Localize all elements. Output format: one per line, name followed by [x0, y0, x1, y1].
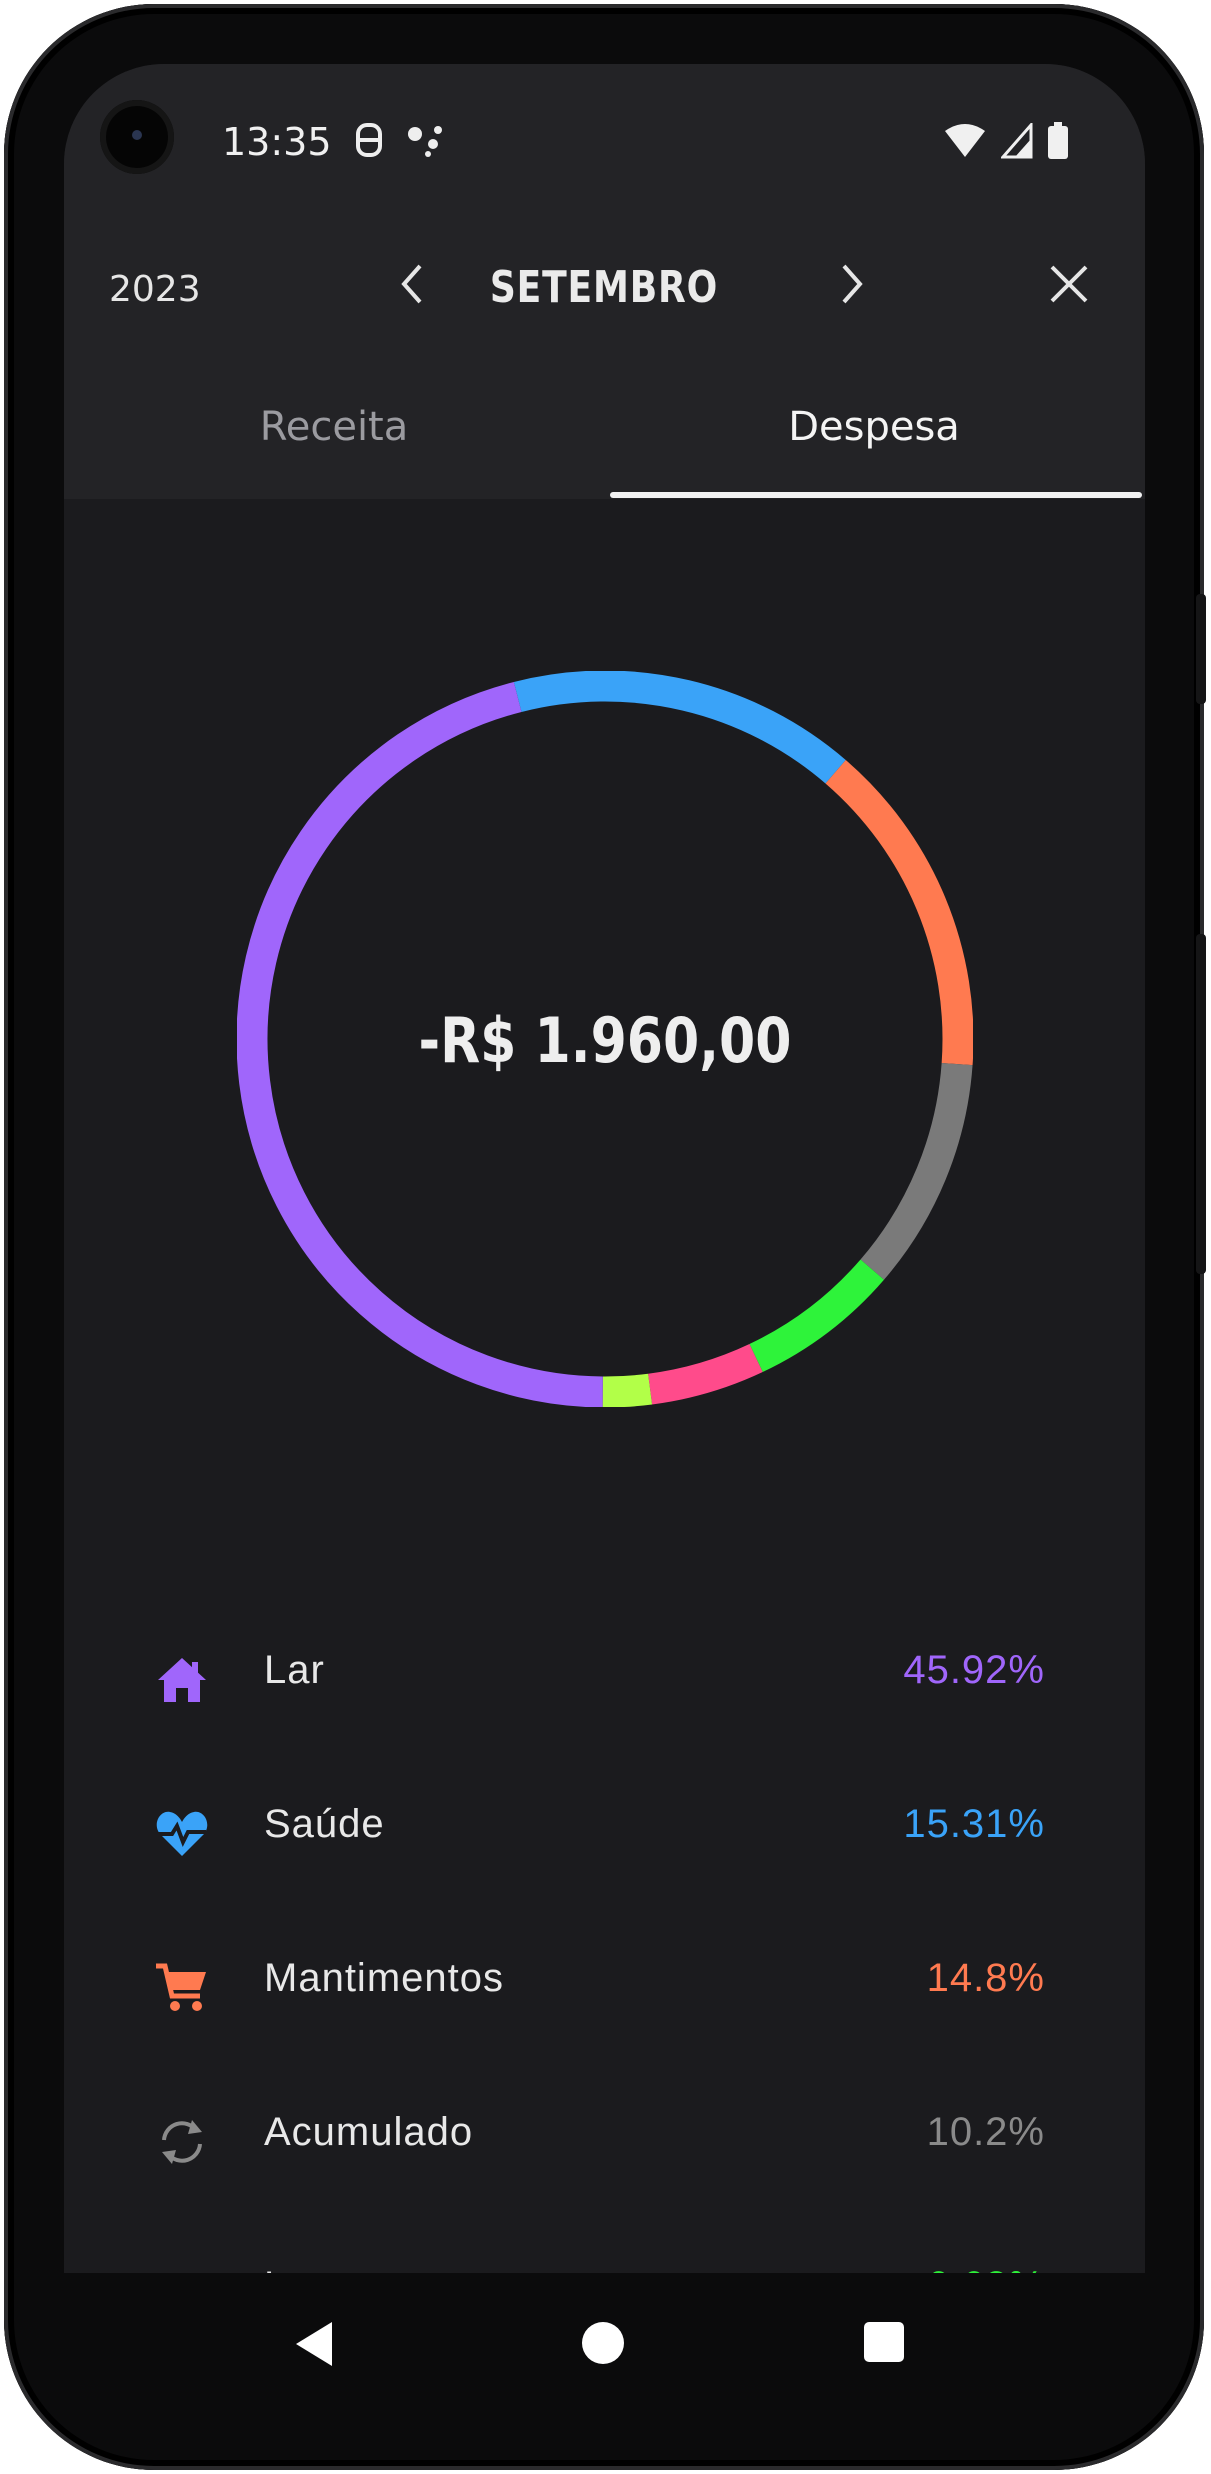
donut-slice-lazer[interactable] [749, 1259, 884, 1373]
legend-item-saude[interactable]: Saúde 15.31% [64, 1778, 1145, 1878]
app-screen: 13:35 2023 SETEMBRO Receita Despesa -R$ … [64, 64, 1145, 2273]
legend-label: Mantimentos [264, 1956, 504, 2000]
wifi-icon [945, 124, 985, 157]
power-button [1196, 934, 1206, 1274]
total-amount: -R$ 1.960,00 [418, 1004, 792, 1077]
legend-label: Lar [264, 1648, 325, 1692]
tab-selected-indicator [610, 492, 1142, 498]
status-icons-right [943, 122, 1069, 160]
tab-despesa[interactable]: Despesa [604, 404, 1144, 450]
close-icon [1050, 265, 1088, 303]
front-camera [100, 100, 174, 174]
heart-pulse-icon [156, 1811, 208, 1856]
signal-icon [1001, 123, 1033, 159]
donut-slice-outros-verde-lim-o-[interactable] [602, 1373, 653, 1407]
chevron-right-icon [842, 264, 863, 304]
top-app-bar: 13:35 2023 SETEMBRO Receita Despesa [64, 64, 1145, 499]
legend-label: Saúde [264, 1802, 385, 1846]
phone-frame: 13:35 2023 SETEMBRO Receita Despesa -R$ … [4, 4, 1206, 2470]
legend-percent: 45.92% [903, 1648, 1045, 1692]
status-time: 13:35 [222, 120, 332, 164]
vpn-icon [356, 123, 382, 157]
donut-slice-outros-rosa-[interactable] [647, 1343, 763, 1405]
year-label: 2023 [109, 269, 201, 310]
back-triangle-icon[interactable] [294, 2320, 334, 2368]
legend-percent: 14.8% [926, 1956, 1045, 2000]
volume-button [1196, 594, 1206, 704]
chevron-left-icon [401, 264, 422, 304]
assistant-dots-icon [408, 126, 442, 157]
recent-square-icon[interactable] [864, 2322, 904, 2362]
month-title: SETEMBRO [489, 262, 719, 313]
house-icon [158, 1658, 206, 1702]
legend-item-lar[interactable]: Lar 45.92% [64, 1624, 1145, 1724]
status-icons-left [354, 122, 446, 158]
legend-label: Acumulado [264, 2110, 474, 2154]
shopping-cart-icon [156, 1963, 206, 2011]
legend-percent: 10.2% [926, 2110, 1045, 2154]
close-button[interactable] [1039, 254, 1099, 314]
home-circle-icon[interactable] [582, 2322, 624, 2364]
battery-icon [1048, 122, 1068, 159]
tab-receita[interactable]: Receita [64, 404, 604, 450]
donut-slice-sa-de[interactable] [513, 671, 846, 784]
donut-slice-acumulado[interactable] [860, 1062, 973, 1280]
refresh-icon [162, 2120, 202, 2164]
legend-item-acumulado[interactable]: Acumulado 10.2% [64, 2086, 1145, 2186]
legend-item-mantimentos[interactable]: Mantimentos 14.8% [64, 1932, 1145, 2032]
legend-percent: 15.31% [903, 1802, 1045, 1846]
next-month-button[interactable] [822, 254, 882, 314]
